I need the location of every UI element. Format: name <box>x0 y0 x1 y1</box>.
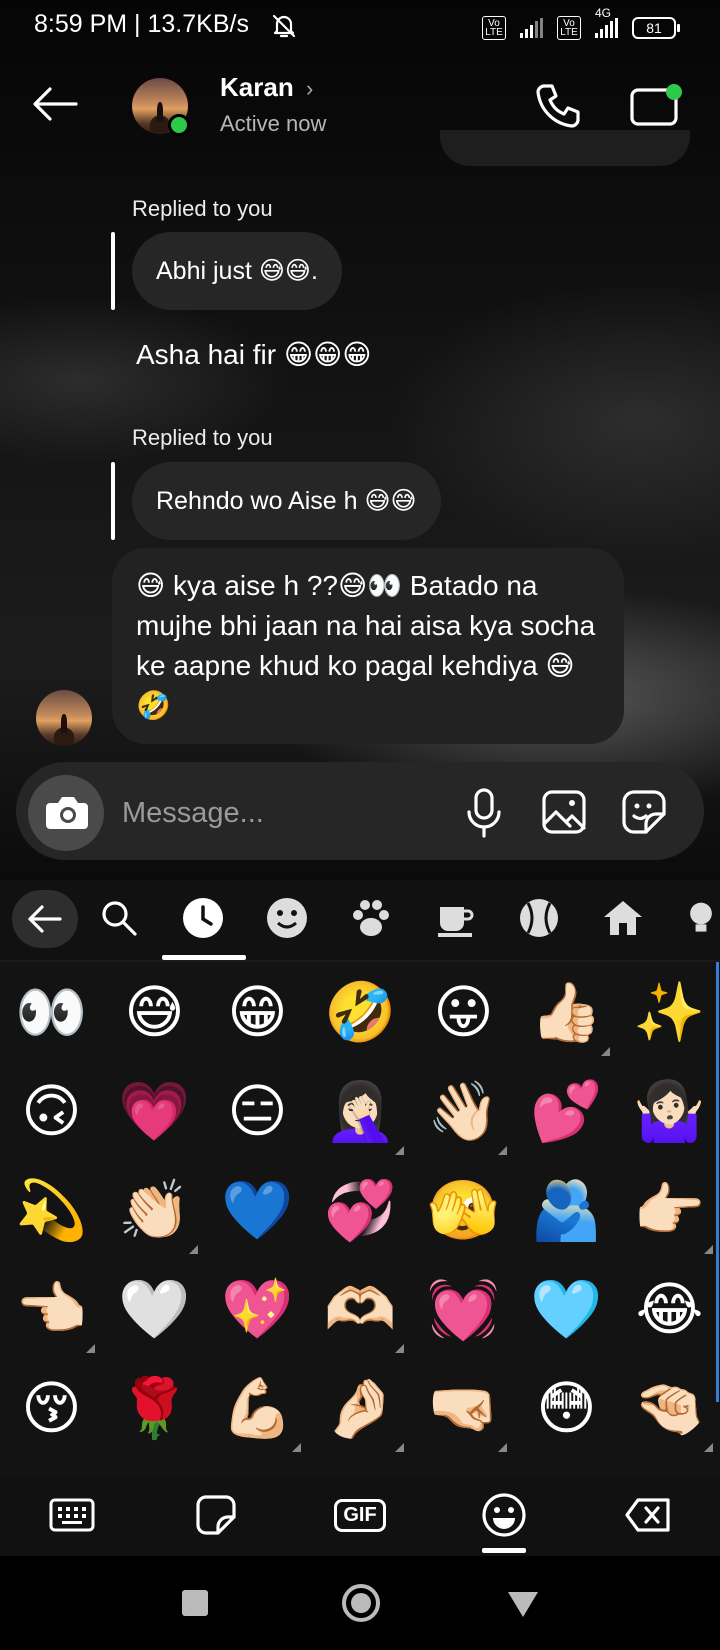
gif-label: GIF <box>334 1498 386 1532</box>
emoji-key[interactable]: 😳 <box>515 1358 618 1458</box>
search-icon[interactable] <box>94 893 144 943</box>
skin-tone-variant-indicator <box>395 1344 404 1353</box>
volte-icon: Vo LTE <box>482 16 506 40</box>
volte-icon-2: Vo LTE <box>557 16 581 40</box>
skin-tone-variant-indicator <box>704 1443 713 1452</box>
reply-label: Replied to you <box>132 196 273 221</box>
mute-bell-icon <box>272 14 296 38</box>
category-back-button[interactable] <box>12 890 78 948</box>
sender-avatar <box>36 690 92 746</box>
home-icon[interactable] <box>342 1584 380 1622</box>
emoji-key[interactable]: 😅 <box>103 962 206 1062</box>
network-type: 4G <box>595 6 612 20</box>
skin-tone-variant-indicator <box>601 1047 610 1056</box>
activities-icon[interactable] <box>514 893 564 943</box>
skin-tone-variant-indicator <box>86 1344 95 1353</box>
emoji-key[interactable]: 👋🏻 <box>412 1061 515 1161</box>
gallery-icon[interactable] <box>540 788 588 836</box>
skin-tone-variant-indicator <box>498 1443 507 1452</box>
reply-label: Replied to you <box>132 425 273 450</box>
chevron-right-icon[interactable]: › <box>306 76 313 102</box>
emoji-key[interactable]: 💪🏻 <box>206 1358 309 1458</box>
emoji-key[interactable]: 🙃 <box>0 1061 103 1161</box>
emoji-key[interactable]: 🫂 <box>515 1160 618 1260</box>
nav-back-icon[interactable] <box>506 1590 540 1618</box>
emoji-key[interactable]: 😂 <box>618 1259 720 1359</box>
contact-name[interactable]: Karan <box>220 72 294 103</box>
emoji-key[interactable]: 😚 <box>0 1358 103 1458</box>
online-indicator <box>168 114 190 136</box>
emoji-key[interactable]: 🩵 <box>515 1259 618 1359</box>
travel-icon[interactable] <box>598 893 648 943</box>
emoji-key[interactable]: 👉🏻 <box>618 1160 720 1260</box>
emoji-key[interactable]: 😑 <box>206 1061 309 1161</box>
animals-icon[interactable] <box>346 893 396 943</box>
emoji-key[interactable]: 👏🏻 <box>103 1160 206 1260</box>
emoji-key[interactable]: 👀 <box>0 962 103 1062</box>
emoji-key[interactable]: 💖 <box>206 1259 309 1359</box>
emoji-key[interactable]: 🤍 <box>103 1259 206 1359</box>
message-bubble[interactable]: 😅 kya aise h ??😅👀 Batado na mujhe bhi ja… <box>112 548 624 744</box>
emoji-key[interactable]: 😁 <box>206 962 309 1062</box>
emoji-key[interactable]: 🤜🏻 <box>412 1358 515 1458</box>
back-icon <box>28 905 62 933</box>
emoji-key[interactable]: 💕 <box>515 1061 618 1161</box>
recents-icon[interactable] <box>182 1590 208 1616</box>
skin-tone-variant-indicator <box>498 1146 507 1155</box>
emoji-key[interactable]: 💞 <box>309 1160 412 1260</box>
skin-tone-variant-indicator <box>395 1443 404 1452</box>
back-arrow-icon[interactable] <box>32 86 78 122</box>
call-icon[interactable] <box>534 82 582 130</box>
recent-icon[interactable] <box>178 893 228 943</box>
reply-bar <box>111 462 115 540</box>
sticker-tool-icon[interactable] <box>186 1490 246 1540</box>
emoji-key[interactable]: 💓 <box>412 1259 515 1359</box>
emoji-key[interactable]: 👈🏻 <box>0 1259 103 1359</box>
skin-tone-variant-indicator <box>395 1146 404 1155</box>
signal-icon <box>520 18 543 38</box>
emoji-key[interactable]: 🤷🏻‍♀️ <box>618 1061 720 1161</box>
message-input[interactable] <box>120 790 444 836</box>
emoji-key[interactable]: 😛 <box>412 962 515 1062</box>
emoji-key[interactable]: 🤏🏻 <box>618 1358 720 1458</box>
emoji-key[interactable]: 💙 <box>206 1160 309 1260</box>
emoji-icon[interactable] <box>474 1490 534 1540</box>
emoji-key[interactable]: 💗 <box>103 1061 206 1161</box>
smileys-icon[interactable] <box>262 893 312 943</box>
message-text[interactable]: Asha hai fir 😁😁😁 <box>136 338 371 371</box>
emoji-key[interactable]: 💫 <box>0 1160 103 1260</box>
emoji-key[interactable]: 🤌🏻 <box>309 1358 412 1458</box>
emoji-key[interactable]: 👍🏻 <box>515 962 618 1062</box>
camera-icon <box>46 797 88 829</box>
emoji-key[interactable]: 🤦🏻‍♀️ <box>309 1061 412 1161</box>
emoji-key[interactable]: 🫣 <box>412 1160 515 1260</box>
contact-status: Active now <box>220 111 327 136</box>
quoted-message[interactable]: Rehndo wo Aise h 😅😅 <box>132 462 441 540</box>
emoji-key[interactable]: 🫶🏻 <box>309 1259 412 1359</box>
objects-icon[interactable] <box>682 893 720 943</box>
signal-icon-2 <box>595 18 618 38</box>
camera-button[interactable] <box>28 775 104 851</box>
food-icon[interactable] <box>430 893 480 943</box>
emoji-key[interactable]: ✨ <box>618 962 720 1062</box>
skin-tone-variant-indicator <box>704 1245 713 1254</box>
gif-button[interactable]: GIF <box>330 1490 390 1540</box>
emoji-key[interactable]: 🌹 <box>103 1358 206 1458</box>
emoji-key[interactable]: 🤣 <box>309 962 412 1062</box>
quoted-message[interactable]: Abhi just 😅😅. <box>132 232 342 310</box>
microphone-icon[interactable] <box>464 786 504 842</box>
video-call-icon[interactable] <box>628 84 682 128</box>
reply-bar <box>111 232 115 310</box>
skin-tone-variant-indicator <box>292 1443 301 1452</box>
previous-message-bubble <box>440 130 690 166</box>
tool-selected-indicator <box>482 1548 526 1553</box>
status-time: 8:59 PM | 13.7KB/s <box>34 10 249 38</box>
keyboard-icon[interactable] <box>42 1490 102 1540</box>
category-selected-indicator <box>162 955 246 960</box>
status-right: Vo LTE Vo LTE 4G 81 <box>482 6 680 40</box>
backspace-icon[interactable] <box>618 1490 678 1540</box>
sticker-icon[interactable] <box>620 788 668 836</box>
skin-tone-variant-indicator <box>189 1245 198 1254</box>
battery-icon: 81 <box>632 17 680 39</box>
